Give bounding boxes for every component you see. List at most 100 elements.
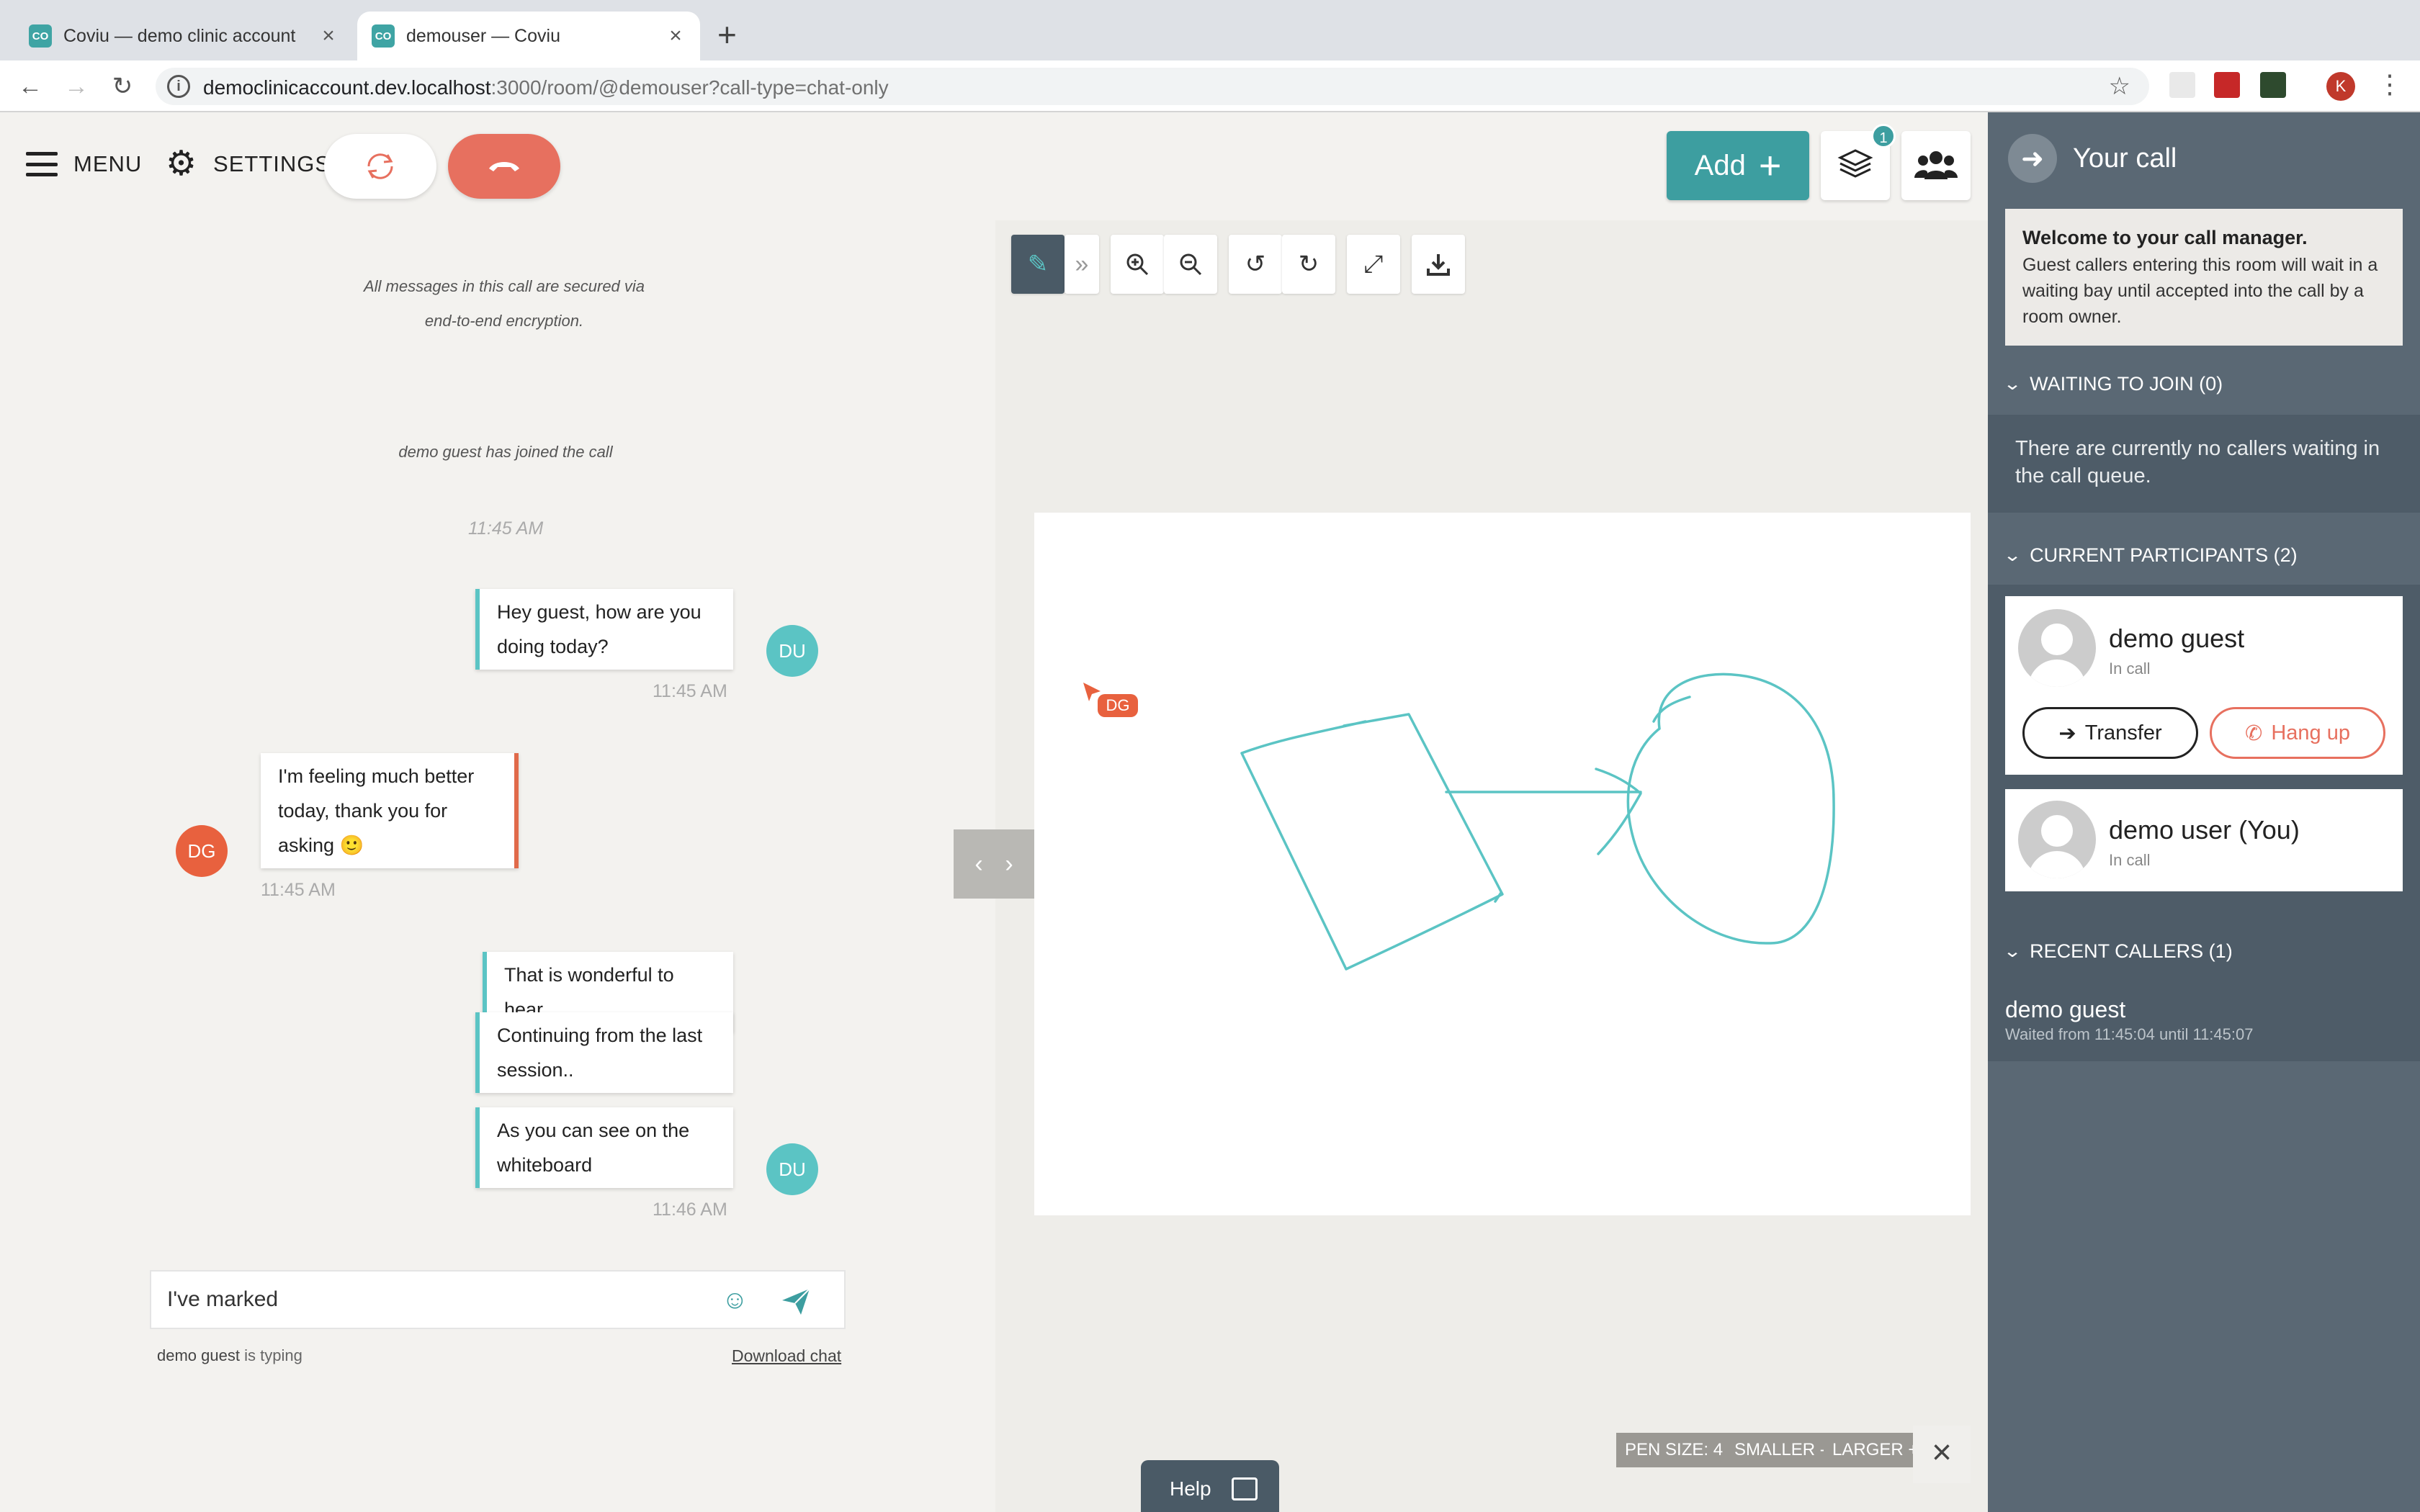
participant-name: demo guest xyxy=(2109,624,2245,653)
welcome-text: Guest callers entering this room will wa… xyxy=(2022,255,2378,327)
reload-icon[interactable]: ↻ xyxy=(108,72,137,101)
fullscreen-button[interactable]: ⤢ xyxy=(1347,235,1400,294)
layers-count-badge: 1 xyxy=(1871,124,1896,148)
pen-size-label: PEN SIZE: 4 xyxy=(1616,1433,1732,1467)
participants-header-label: CURRENT PARTICIPANTS (2) xyxy=(2030,544,2298,566)
hamburger-icon xyxy=(26,152,58,176)
message-timestamp: 11:45 AM xyxy=(261,880,336,900)
panel-title: Your call xyxy=(2073,143,2177,174)
browser-tab-clinic[interactable]: CO Coviu — demo clinic account × xyxy=(14,12,353,60)
refresh-connection-button[interactable] xyxy=(324,134,436,199)
back-arrow-icon[interactable]: ← xyxy=(16,72,45,101)
bookmark-star-icon[interactable]: ☆ xyxy=(2109,72,2130,101)
phone-hangup-icon xyxy=(489,162,519,171)
refresh-icon xyxy=(367,153,393,179)
end-call-button[interactable] xyxy=(448,134,560,199)
chevron-down-icon: ⌄ xyxy=(2002,942,2022,961)
avatar: DG xyxy=(176,825,228,877)
download-icon xyxy=(1427,254,1450,276)
join-notice: demo guest has joined the call xyxy=(398,443,613,461)
url-field[interactable]: i democlinicaccount.dev.localhost:3000/r… xyxy=(156,68,2149,105)
extension-icon[interactable] xyxy=(2260,72,2286,98)
pen-smaller-button[interactable]: SMALLER - xyxy=(1726,1433,1834,1467)
hang-up-button[interactable]: ✆ Hang up xyxy=(2210,707,2385,759)
hang-up-label: Hang up xyxy=(2271,721,2350,744)
menu-button[interactable]: MENU xyxy=(26,150,142,179)
pen-larger-button[interactable]: LARGER + xyxy=(1824,1433,1927,1467)
redo-icon: ↻ xyxy=(1298,251,1319,278)
download-chat-link[interactable]: Download chat xyxy=(732,1346,841,1366)
menu-label: MENU xyxy=(73,151,143,176)
remote-cursor-label: DG xyxy=(1106,696,1130,714)
waiting-empty-text: There are currently no callers waiting i… xyxy=(2015,437,2380,487)
coviu-favicon-icon: CO xyxy=(372,24,395,48)
add-content-button[interactable]: Add + xyxy=(1667,131,1809,200)
avatar: DU xyxy=(766,625,818,677)
transfer-button[interactable]: ➔ Transfer xyxy=(2022,707,2198,759)
avatar xyxy=(2018,801,2096,878)
help-label: Help xyxy=(1170,1477,1211,1500)
typing-indicator: demo guest is typing xyxy=(157,1346,302,1364)
browser-tab-demouser[interactable]: CO demouser — Coviu × xyxy=(357,12,700,60)
participants-button[interactable] xyxy=(1901,131,1971,200)
browser-menu-icon[interactable]: ⋮ xyxy=(2377,69,2403,99)
download-whiteboard-button[interactable] xyxy=(1412,235,1465,294)
participant-status: In call xyxy=(2109,660,2151,678)
address-bar: ← → ↻ i democlinicaccount.dev.localhost:… xyxy=(0,60,2420,112)
send-icon[interactable] xyxy=(779,1284,812,1318)
zoom-in-button[interactable] xyxy=(1111,235,1164,294)
settings-button[interactable]: ⚙ SETTINGS xyxy=(166,145,331,183)
zoom-out-icon xyxy=(1180,253,1202,276)
welcome-title: Welcome to your call manager. xyxy=(2022,227,2308,248)
message-timestamp: 11:46 AM xyxy=(653,1200,727,1220)
lastpass-extension-icon[interactable] xyxy=(2214,72,2240,98)
emoji-icon[interactable]: ☺ xyxy=(722,1284,748,1315)
add-label: Add xyxy=(1694,149,1746,181)
zoom-out-button[interactable] xyxy=(1164,235,1217,294)
forward-arrow-icon[interactable]: → xyxy=(62,72,91,101)
drawn-rectangle xyxy=(1240,713,1504,971)
close-tab-icon[interactable]: × xyxy=(314,24,343,48)
close-tab-icon[interactable]: × xyxy=(661,24,690,48)
pen-icon: ✎ xyxy=(1027,251,1049,278)
message-timestamp: 11:45 AM xyxy=(468,518,544,539)
welcome-box: Welcome to your call manager. Guest call… xyxy=(2005,209,2403,346)
chevron-right-icon[interactable]: › xyxy=(1005,850,1013,878)
tab-title: Coviu — demo clinic account xyxy=(63,25,296,46)
chevron-left-icon[interactable]: ‹ xyxy=(974,850,982,878)
people-group-icon xyxy=(1914,151,1958,179)
recent-header-label: RECENT CALLERS (1) xyxy=(2030,940,2233,962)
chat-message-input[interactable] xyxy=(167,1272,700,1328)
whiteboard-canvas[interactable]: DG xyxy=(1034,513,1971,1215)
collapse-panel-arrow-icon[interactable]: ➜ xyxy=(2008,134,2057,183)
zoom-in-icon xyxy=(1126,253,1149,276)
chat-message: I'm feeling much better today, thank you… xyxy=(261,753,519,868)
participant-status: In call xyxy=(2109,851,2151,869)
whiteboard-drawing: DG xyxy=(1083,672,1835,971)
participants-section-header[interactable]: ⌄ CURRENT PARTICIPANTS (2) xyxy=(2003,544,2298,567)
waiting-section-header[interactable]: ⌄ WAITING TO JOIN (0) xyxy=(2003,373,2223,395)
extension-icon[interactable] xyxy=(2169,72,2195,98)
expand-tools-button[interactable]: » xyxy=(1065,235,1099,294)
profile-avatar[interactable]: K xyxy=(2326,72,2355,101)
browser-tab-strip: CO Coviu — demo clinic account × CO demo… xyxy=(0,0,2420,60)
gear-icon: ⚙ xyxy=(166,145,198,183)
close-pen-settings-icon[interactable]: × xyxy=(1913,1426,1971,1483)
panel-header: ➜ Your call xyxy=(2008,134,2177,183)
redo-button[interactable]: ↻ xyxy=(1282,235,1335,294)
recent-callers-section-header[interactable]: ⌄ RECENT CALLERS (1) xyxy=(2002,940,2233,963)
url-text: democlinicaccount.dev.localhost:3000/roo… xyxy=(203,76,889,99)
site-info-icon[interactable]: i xyxy=(167,75,190,98)
help-button[interactable]: Help xyxy=(1141,1460,1279,1512)
remote-cursor-icon xyxy=(1083,683,1101,701)
chat-message: As you can see on the whiteboard xyxy=(475,1107,733,1188)
settings-label: SETTINGS xyxy=(213,151,331,176)
panel-collapse-toggle[interactable]: ‹ › xyxy=(954,829,1034,899)
avatar: DU xyxy=(766,1143,818,1195)
new-tab-button[interactable]: + xyxy=(717,14,737,55)
recent-caller-name: demo guest xyxy=(2005,996,2126,1022)
pen-tool-button[interactable]: ✎ xyxy=(1011,235,1065,294)
arrow-right-icon: ➔ xyxy=(2058,721,2076,745)
undo-button[interactable]: ↺ xyxy=(1229,235,1282,294)
undo-icon: ↺ xyxy=(1245,251,1266,278)
